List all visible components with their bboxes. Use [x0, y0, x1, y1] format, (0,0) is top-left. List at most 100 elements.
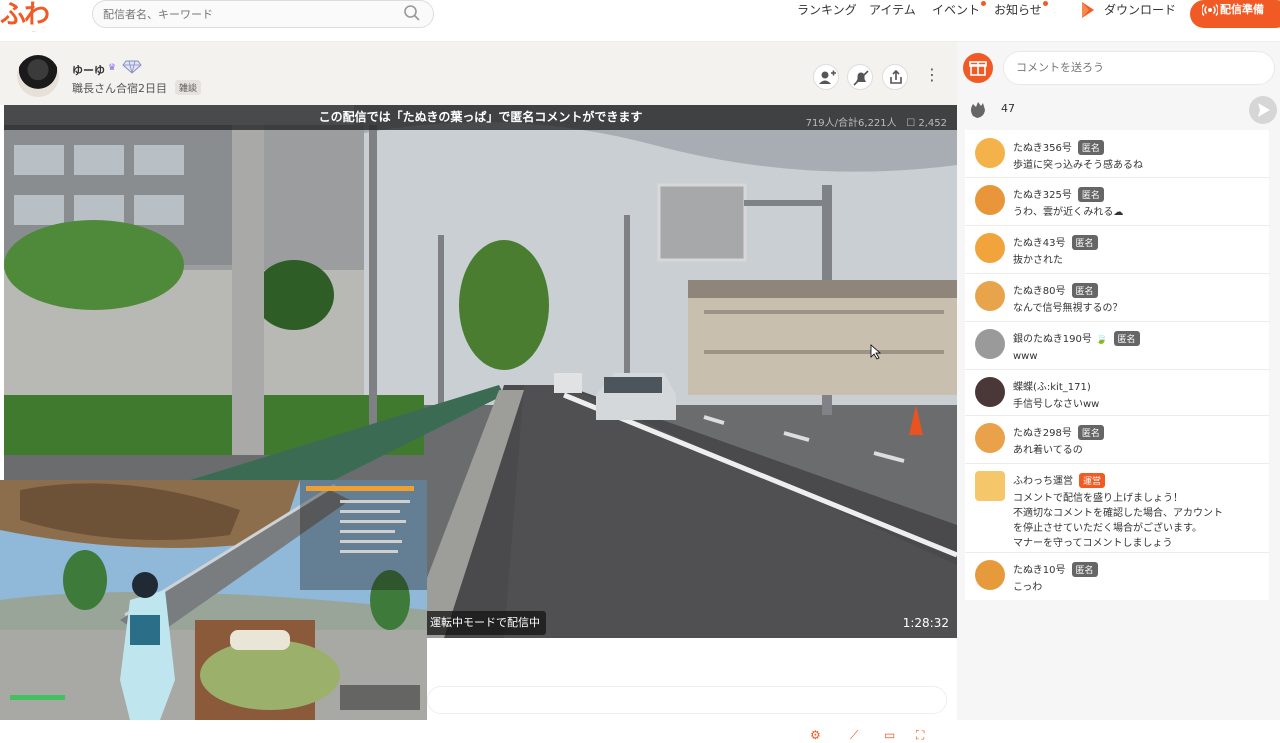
viewer-stats: 719人/合計6,221人 ☐ 2,452 — [805, 118, 947, 129]
broadcast-icon — [1201, 3, 1219, 24]
comment-avatar[interactable] — [975, 377, 1005, 407]
viewer-count: 719人/合計6,221人 — [805, 118, 897, 129]
nav-event[interactable]: イベント — [932, 0, 987, 20]
comment-panel: 47 たぬき356号匿名 歩道に突っ込みそう感あるね たぬき325号匿名 うわ、… — [957, 42, 1280, 720]
comment-author[interactable]: 銀のたぬき190号 🍃 匿名 — [1013, 330, 1140, 346]
comment-author[interactable]: たぬき43号 匿名 — [1013, 234, 1098, 250]
send-button[interactable] — [1249, 96, 1277, 124]
nav-ranking[interactable]: ランキング — [797, 0, 857, 20]
comment-avatar[interactable] — [975, 329, 1005, 359]
clap-count: 47 — [1001, 102, 1015, 115]
comment-item-official: ふわっち運営 運営 コメントで配信を盛り上げましょう！ 不適切なコメントを確認した… — [965, 465, 1269, 553]
nav-item-label: アイテム — [869, 3, 916, 17]
comment-avatar[interactable] — [975, 185, 1005, 215]
banner-text: この配信では「たぬきの葉っぱ」で匿名コメントができます — [318, 110, 643, 124]
nav-event-label: イベント — [932, 3, 981, 17]
comment-list: たぬき356号 匿名 歩道に突っ込みそう感あるね たぬき325号 匿名 うわ、雲が近… — [965, 130, 1269, 600]
comment-author[interactable]: たぬき298号 匿名 — [1013, 424, 1104, 440]
diamond-icon — [122, 59, 142, 78]
comment-input[interactable] — [1016, 61, 1256, 74]
comment-avatar[interactable] — [975, 233, 1005, 263]
play-store-icon — [1080, 1, 1096, 25]
anonymous-comment-banner: この配信では「たぬきの葉っぱ」で匿名コメントができます 719人/合計6,221… — [4, 105, 957, 130]
nav-news-label: お知らせ — [994, 3, 1042, 17]
comment-text: 歩道に突っ込みそう感あるね — [1013, 160, 1143, 171]
crown-icon: ♛ — [108, 63, 117, 73]
anonymous-badge: 匿名 — [1071, 562, 1098, 577]
comment-author[interactable]: たぬき10号 匿名 — [1013, 561, 1098, 577]
comment-avatar[interactable] — [975, 471, 1005, 501]
more-options-icon[interactable]: ⋮ — [924, 66, 940, 86]
anonymous-badge: 匿名 — [1077, 425, 1104, 440]
anonymous-badge: 匿名 — [1077, 140, 1104, 155]
streamer-name[interactable]: ゆーゆ — [72, 62, 105, 78]
streamer-header: ゆーゆ ♛ 職長さん合宿2日目 雑談 ⋮ — [0, 42, 957, 105]
download-link[interactable]: ダウンロード — [1078, 0, 1176, 20]
anonymous-badge: 匿名 — [1077, 187, 1104, 202]
comment-text: 手信号しなさいww — [1013, 399, 1100, 410]
comment-item: 銀のたぬき190号 🍃 匿名 www — [965, 323, 1269, 370]
anonymous-badge: 匿名 — [1113, 331, 1140, 346]
comment-input-box[interactable] — [1003, 51, 1275, 85]
nav-ranking-label: ランキング — [797, 3, 857, 17]
stream-title: 職長さん合宿2日目 — [72, 82, 167, 95]
streamer-avatar[interactable] — [17, 55, 59, 97]
comment-item: たぬき298号 匿名 あれ着いてるの — [965, 417, 1269, 464]
comment-avatar[interactable] — [975, 138, 1005, 168]
start-broadcast-label: 配信準備 — [1220, 3, 1264, 16]
stream-duration: 1:28:32 — [902, 616, 949, 630]
category-tag[interactable]: 雑談 — [175, 80, 202, 95]
leaf-icon: 🍃 — [1095, 334, 1108, 345]
mute-button[interactable] — [847, 64, 873, 90]
comment-text: こっわ — [1013, 582, 1043, 593]
mute-speaker-icon[interactable]: ⟋ — [850, 728, 858, 743]
official-badge: 運営 — [1079, 473, 1106, 488]
video-comment-bar[interactable] — [427, 686, 947, 714]
site-logo[interactable]: ふわっち — [0, 0, 62, 32]
gift-button[interactable] — [963, 53, 993, 83]
comment-text: www — [1013, 351, 1038, 362]
start-broadcast-button[interactable]: 配信準備 — [1190, 0, 1280, 28]
add-user-icon — [819, 70, 836, 84]
comment-text: あれ着いてるの — [1013, 445, 1083, 456]
follow-button[interactable] — [813, 64, 839, 90]
comment-item: たぬき356号 匿名 歩道に突っ込みそう感あるね — [965, 132, 1269, 178]
comment-text: なんで信号無視するの？ — [1013, 303, 1123, 314]
comment-item: たぬき325号 匿名 うわ、雲が近くみれる☁ — [965, 179, 1269, 226]
fullscreen-icon[interactable]: ⛶ — [916, 728, 924, 743]
send-icon — [1258, 103, 1270, 117]
game-scene — [0, 480, 427, 720]
share-button[interactable] — [882, 64, 908, 90]
comment-item: たぬき80号 匿名 なんで信号無視するの？ — [965, 275, 1269, 322]
comment-item: 蝶蝶(ふ:kit_171) 手信号しなさいww — [965, 371, 1269, 416]
comment-item: たぬき43号 匿名 抜かされた — [965, 227, 1269, 274]
comment-count: 2,452 — [918, 118, 947, 129]
clap-icon[interactable] — [967, 98, 989, 124]
comment-text: コメントで配信を盛り上げましょう！ 不適切なコメントを確認した場合、アカウント … — [1013, 493, 1223, 549]
comment-text: うわ、雲が近くみれる☁ — [1013, 207, 1124, 218]
comment-author[interactable]: たぬき325号 匿名 — [1013, 186, 1104, 202]
comment-text: 抜かされた — [1013, 255, 1063, 266]
nav-item[interactable]: アイテム — [869, 0, 916, 20]
settings-icon[interactable]: ⚙ — [810, 728, 821, 742]
comment-author[interactable]: たぬき80号 匿名 — [1013, 282, 1098, 298]
notification-dot — [981, 1, 987, 6]
comment-avatar[interactable] — [975, 281, 1005, 311]
download-label: ダウンロード — [1104, 3, 1177, 17]
anonymous-badge: 匿名 — [1071, 235, 1098, 250]
notification-dot — [1042, 1, 1048, 6]
comment-author[interactable]: ふわっち運営 運営 — [1013, 472, 1106, 488]
pip-icon[interactable]: ▭ — [884, 728, 895, 742]
gift-icon — [969, 61, 987, 76]
nav-news[interactable]: お知らせ — [994, 0, 1048, 20]
anonymous-badge: 匿名 — [1071, 283, 1098, 298]
comment-item: たぬき10号 匿名 こっわ — [965, 554, 1269, 600]
search-input[interactable] — [103, 4, 393, 24]
comment-author[interactable]: 蝶蝶(ふ:kit_171) — [1013, 378, 1091, 393]
search-box[interactable] — [92, 0, 434, 28]
comment-avatar[interactable] — [975, 423, 1005, 453]
top-bar: ふわっち ランキング アイテム イベント お知らせ ダウンロード 配信準備 — [0, 0, 1280, 42]
search-icon[interactable] — [403, 4, 421, 22]
comment-avatar[interactable] — [975, 560, 1005, 590]
comment-author[interactable]: たぬき356号 匿名 — [1013, 139, 1104, 155]
